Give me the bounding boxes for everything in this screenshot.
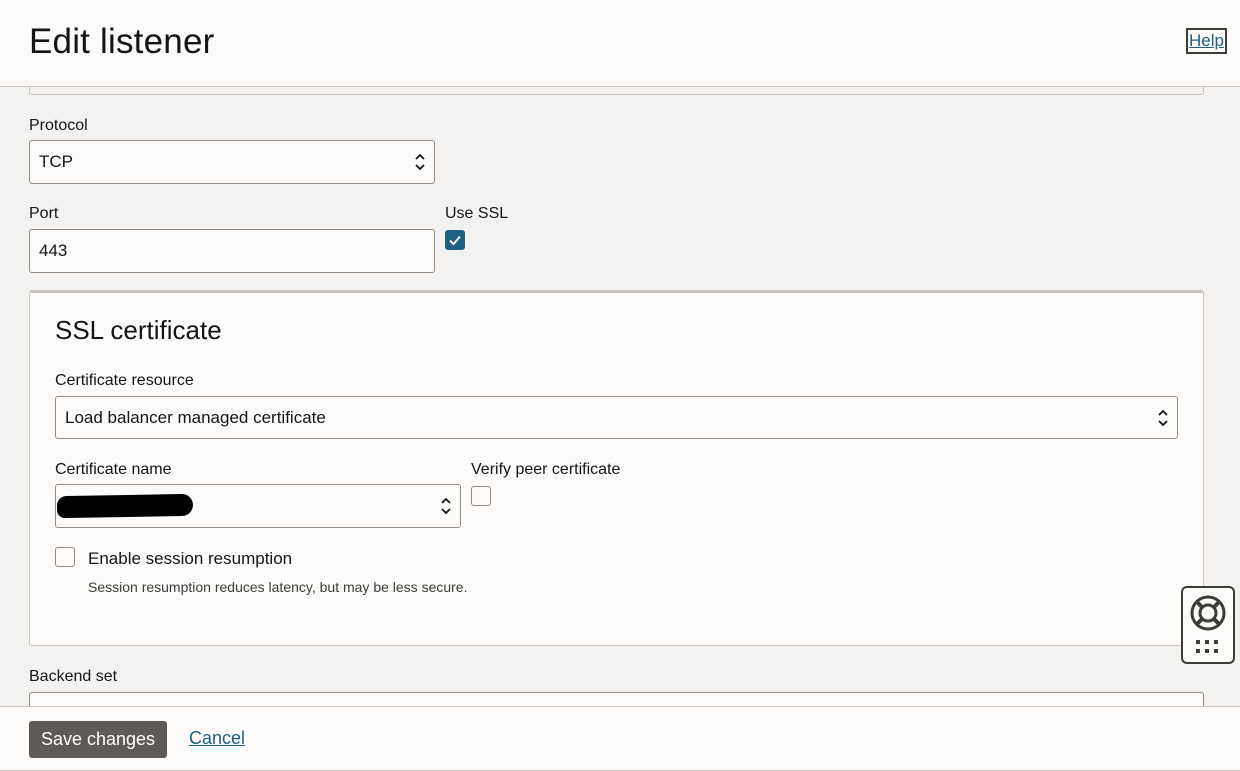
grid-dots-icon bbox=[1196, 640, 1218, 653]
help-link[interactable]: Help bbox=[1186, 28, 1227, 54]
session-resumption-hint: Session resumption reduces latency, but … bbox=[88, 579, 468, 595]
cancel-link[interactable]: Cancel bbox=[189, 728, 245, 749]
collapsed-section-edge bbox=[29, 87, 1204, 95]
check-icon bbox=[449, 235, 461, 246]
lifebuoy-icon bbox=[1190, 595, 1226, 631]
certificate-name-select[interactable] bbox=[55, 484, 461, 528]
backend-set-select[interactable] bbox=[29, 692, 1204, 706]
chevron-updown-icon bbox=[1158, 409, 1168, 427]
redacted-value bbox=[56, 493, 194, 519]
backend-set-label: Backend set bbox=[29, 668, 118, 685]
ssl-certificate-panel: SSL certificate Certificate resource Loa… bbox=[29, 290, 1204, 646]
port-input[interactable]: 443 bbox=[29, 229, 435, 273]
session-resumption-checkbox[interactable] bbox=[55, 547, 75, 567]
verify-peer-label: Verify peer certificate bbox=[471, 461, 621, 478]
save-changes-button[interactable]: Save changes bbox=[29, 721, 167, 758]
page-footer: Save changes Cancel bbox=[0, 706, 1240, 771]
use-ssl-label: Use SSL bbox=[445, 205, 509, 222]
use-ssl-checkbox[interactable] bbox=[445, 230, 465, 250]
protocol-label: Protocol bbox=[29, 117, 88, 134]
help-widget[interactable] bbox=[1181, 586, 1235, 664]
chevron-updown-icon bbox=[441, 497, 451, 515]
certificate-resource-select[interactable]: Load balancer managed certificate bbox=[55, 396, 1178, 439]
verify-peer-checkbox[interactable] bbox=[471, 486, 491, 506]
protocol-select[interactable]: TCP bbox=[29, 140, 435, 184]
port-label: Port bbox=[29, 205, 59, 222]
page-header: Edit listener Help bbox=[0, 0, 1240, 87]
session-resumption-label: Enable session resumption bbox=[88, 549, 293, 568]
certificate-resource-value: Load balancer managed certificate bbox=[65, 408, 326, 427]
ssl-certificate-title: SSL certificate bbox=[55, 315, 222, 345]
chevron-updown-icon bbox=[415, 153, 425, 171]
page-title: Edit listener bbox=[29, 22, 215, 61]
certificate-name-label: Certificate name bbox=[55, 461, 172, 478]
protocol-value: TCP bbox=[39, 152, 73, 171]
form-content[interactable]: Protocol TCP Port 443 Use SSL SSL certif… bbox=[0, 87, 1240, 706]
port-value: 443 bbox=[39, 241, 68, 260]
certificate-resource-label: Certificate resource bbox=[55, 372, 194, 389]
